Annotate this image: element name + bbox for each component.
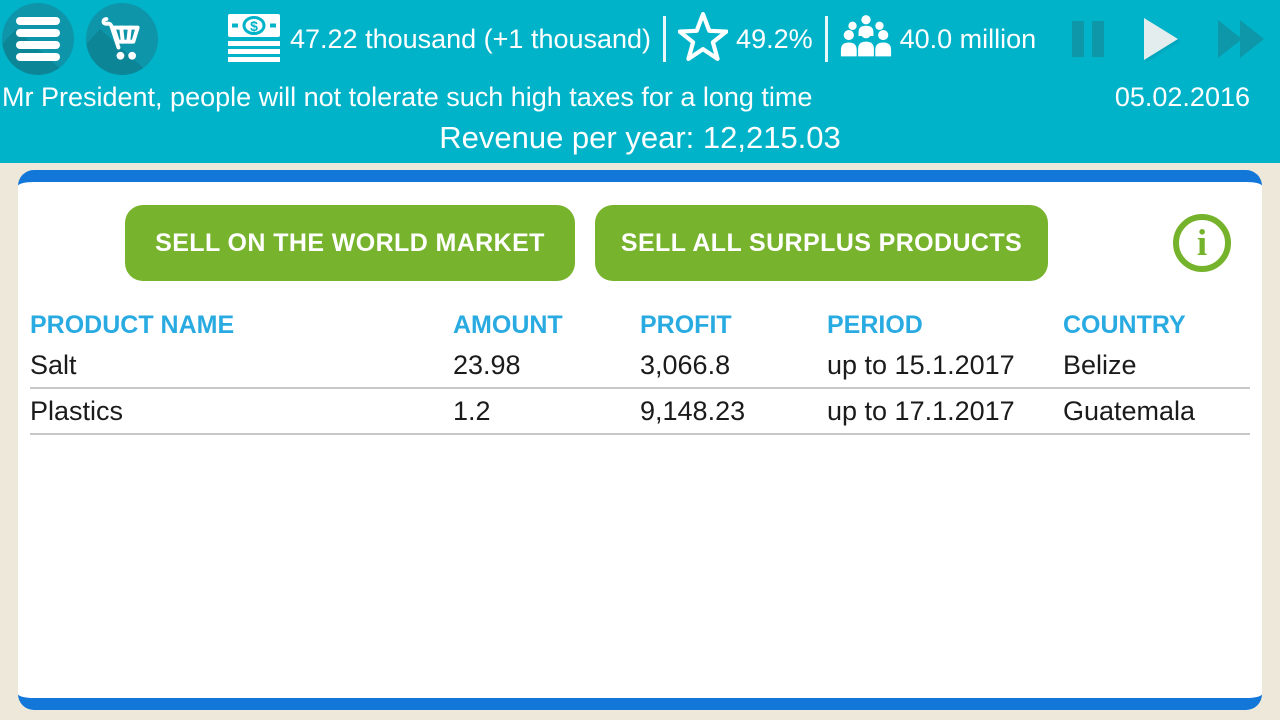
cell-period: up to 17.1.2017 <box>827 396 1063 427</box>
cell-profit: 3,066.8 <box>640 350 827 381</box>
game-date: 05.02.2016 <box>1115 82 1250 113</box>
fast-forward-icon <box>1218 20 1242 58</box>
content-area: SELL ON THE WORLD MARKET SELL ALL SURPLU… <box>0 163 1280 720</box>
stat-separator <box>825 16 828 62</box>
col-country: COUNTRY <box>1063 311 1250 340</box>
cell-amount: 1.2 <box>453 396 640 427</box>
cell-country: Guatemala <box>1063 396 1250 427</box>
info-button[interactable]: i <box>1173 214 1231 272</box>
population-icon <box>840 12 892 67</box>
cell-product: Salt <box>30 350 453 381</box>
stat-bar: $ 47.22 thousand (+1 thousand) 49.2% <box>0 0 1280 78</box>
money-icon: $ <box>226 8 282 71</box>
treasury-value: 47.22 thousand (+1 thousand) <box>290 24 651 55</box>
info-icon: i <box>1197 225 1207 262</box>
fast-forward-button[interactable] <box>1218 20 1264 58</box>
population-value: 40.0 million <box>900 24 1037 55</box>
advisor-message: Mr President, people will not tolerate s… <box>2 82 812 113</box>
sell-all-surplus-button[interactable]: SELL ALL SURPLUS PRODUCTS <box>595 205 1048 281</box>
approval-value: 49.2% <box>736 24 813 55</box>
col-amount: AMOUNT <box>453 311 640 340</box>
table-header-row: PRODUCT NAME AMOUNT PROFIT PERIOD COUNTR… <box>30 307 1250 343</box>
contracts-table: PRODUCT NAME AMOUNT PROFIT PERIOD COUNTR… <box>30 307 1250 435</box>
pause-button[interactable] <box>1072 21 1104 57</box>
hamburger-icon <box>14 13 62 66</box>
stat-separator <box>663 16 666 62</box>
play-button[interactable] <box>1144 18 1178 60</box>
sell-world-market-button[interactable]: SELL ON THE WORLD MARKET <box>125 205 575 281</box>
top-bar: $ 47.22 thousand (+1 thousand) 49.2% <box>0 0 1280 163</box>
actions-row: SELL ON THE WORLD MARKET SELL ALL SURPLU… <box>30 205 1250 281</box>
approval-stat: 49.2% <box>678 11 813 68</box>
col-period: PERIOD <box>827 311 1063 340</box>
svg-text:$: $ <box>250 18 258 34</box>
cell-period: up to 15.1.2017 <box>827 350 1063 381</box>
cell-amount: 23.98 <box>453 350 640 381</box>
market-button[interactable] <box>86 3 158 75</box>
population-stat: 40.0 million <box>840 12 1037 67</box>
col-product-name: PRODUCT NAME <box>30 311 453 340</box>
cell-product: Plastics <box>30 396 453 427</box>
cell-country: Belize <box>1063 350 1250 381</box>
treasury-stat: $ 47.22 thousand (+1 thousand) <box>226 8 651 71</box>
table-row[interactable]: Salt 23.98 3,066.8 up to 15.1.2017 Beliz… <box>30 343 1250 389</box>
revenue-per-year: Revenue per year: 12,215.03 <box>0 116 1280 163</box>
world-market-panel: SELL ON THE WORLD MARKET SELL ALL SURPLU… <box>18 170 1262 710</box>
col-profit: PROFIT <box>640 311 827 340</box>
table-row[interactable]: Plastics 1.2 9,148.23 up to 17.1.2017 Gu… <box>30 389 1250 435</box>
shopping-cart-icon <box>97 12 147 67</box>
cell-profit: 9,148.23 <box>640 396 827 427</box>
pause-icon <box>1072 21 1084 57</box>
menu-button[interactable] <box>2 3 74 75</box>
star-icon <box>678 11 728 68</box>
time-controls <box>1072 18 1280 60</box>
